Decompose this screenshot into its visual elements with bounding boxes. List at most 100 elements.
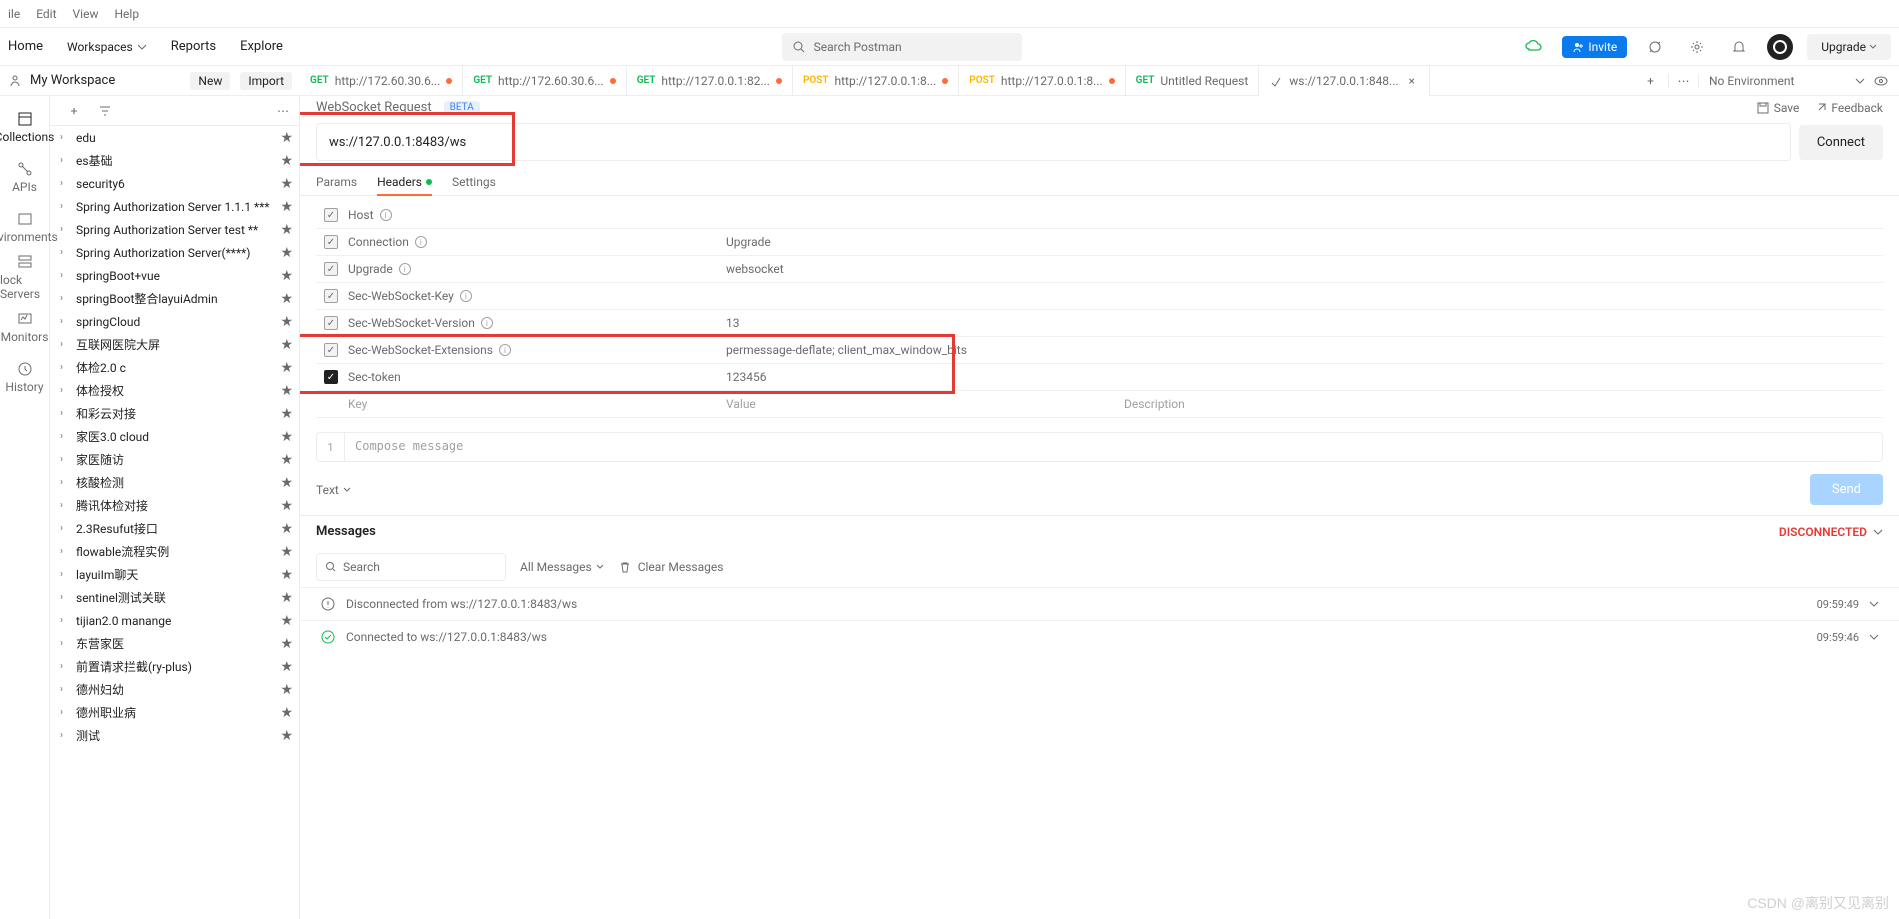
messages-search[interactable]: Search	[316, 553, 506, 581]
rail-apis[interactable]: APIs	[0, 152, 49, 202]
checkbox[interactable]	[324, 235, 338, 249]
menu-view[interactable]: View	[73, 7, 99, 21]
collection-item[interactable]: ›Spring Authorization Server 1.1.1 ***★	[50, 195, 299, 218]
chevron-down-icon[interactable]	[1869, 599, 1879, 609]
collection-item[interactable]: ›springBoot+vue★	[50, 264, 299, 287]
global-search[interactable]: Search Postman	[782, 33, 1022, 61]
menu-file[interactable]: ile	[8, 7, 20, 21]
tab-settings[interactable]: Settings	[452, 169, 496, 195]
star-icon[interactable]: ★	[280, 613, 293, 629]
star-icon[interactable]: ★	[280, 452, 293, 468]
rail-mock-servers[interactable]: lock Servers	[0, 252, 49, 302]
collection-item[interactable]: ›es基础★	[50, 149, 299, 172]
menu-help[interactable]: Help	[114, 7, 139, 21]
request-tab[interactable]: ws://127.0.0.1:848...×	[1259, 66, 1430, 96]
star-icon[interactable]: ★	[280, 636, 293, 652]
message-row[interactable]: Disconnected from ws://127.0.0.1:8483/ws…	[300, 587, 1899, 620]
collection-item[interactable]: ›家医3.0 cloud★	[50, 425, 299, 448]
upgrade-button[interactable]: Upgrade	[1807, 34, 1891, 60]
star-icon[interactable]: ★	[280, 222, 293, 238]
star-icon[interactable]: ★	[280, 682, 293, 698]
menu-edit[interactable]: Edit	[36, 7, 56, 21]
star-icon[interactable]: ★	[280, 314, 293, 330]
collection-item[interactable]: ›springCloud★	[50, 310, 299, 333]
add-icon[interactable]: +	[60, 97, 88, 125]
bell-icon[interactable]	[1725, 33, 1753, 61]
nav-reports[interactable]: Reports	[171, 39, 216, 54]
header-row-new[interactable]: KeyValueDescription	[316, 391, 1883, 418]
collection-item[interactable]: ›edu★	[50, 126, 299, 149]
settings-icon[interactable]	[1683, 33, 1711, 61]
messages-filter[interactable]: All Messages	[520, 560, 604, 574]
request-tab[interactable]: GEThttp://172.60.30.6...	[463, 66, 626, 96]
collection-item[interactable]: ›体检授权★	[50, 379, 299, 402]
collection-item[interactable]: ›Spring Authorization Server test **★	[50, 218, 299, 241]
tab-headers[interactable]: Headers	[377, 169, 432, 195]
tab-more[interactable]: ⋯	[1669, 74, 1699, 88]
collection-item[interactable]: ›layuiIm聊天★	[50, 563, 299, 586]
star-icon[interactable]: ★	[280, 245, 293, 261]
workspace-title[interactable]: My Workspace	[30, 73, 182, 88]
collection-item[interactable]: ›德州职业病★	[50, 701, 299, 724]
request-tab[interactable]: GEThttp://127.0.0.1:82...	[627, 66, 793, 96]
star-icon[interactable]: ★	[280, 130, 293, 146]
tab-new[interactable]: +	[1633, 74, 1669, 88]
star-icon[interactable]: ★	[280, 199, 293, 215]
checkbox[interactable]	[324, 370, 338, 384]
header-row[interactable]: Sec-WebSocket-Version i13	[316, 310, 1883, 337]
message-type-selector[interactable]: Text	[316, 483, 351, 497]
rail-history[interactable]: History	[0, 352, 49, 402]
checkbox[interactable]	[324, 343, 338, 357]
eye-icon[interactable]	[1873, 73, 1889, 89]
header-row[interactable]: Host i	[316, 202, 1883, 229]
tab-params[interactable]: Params	[316, 169, 357, 195]
collection-item[interactable]: ›互联网医院大屏★	[50, 333, 299, 356]
star-icon[interactable]: ★	[280, 291, 293, 307]
request-tab[interactable]: POSThttp://127.0.0.1:8...	[793, 66, 959, 96]
more-icon[interactable]: ⋯	[277, 104, 289, 118]
import-button[interactable]: Import	[240, 72, 292, 90]
star-icon[interactable]: ★	[280, 360, 293, 376]
message-compose-area[interactable]: 1 Compose message	[316, 432, 1883, 462]
rail-collections[interactable]: Collections	[0, 102, 49, 152]
rail-monitors[interactable]: Monitors	[0, 302, 49, 352]
collection-item[interactable]: ›flowable流程实例★	[50, 540, 299, 563]
connect-button[interactable]: Connect	[1799, 125, 1883, 160]
collection-item[interactable]: ›2.3Resufut接口★	[50, 517, 299, 540]
header-row[interactable]: Upgrade iwebsocket	[316, 256, 1883, 283]
collection-item[interactable]: ›Spring Authorization Server(****)★	[50, 241, 299, 264]
checkbox[interactable]	[324, 316, 338, 330]
request-tab[interactable]: GEThttp://172.60.30.6...	[300, 66, 463, 96]
star-icon[interactable]: ★	[280, 406, 293, 422]
header-row[interactable]: Sec-WebSocket-Key i	[316, 283, 1883, 310]
collection-item[interactable]: ›前置请求拦截(ry-plus)★	[50, 655, 299, 678]
rail-environments[interactable]: nvironments	[0, 202, 49, 252]
collection-item[interactable]: ›springBoot整合layuiAdmin★	[50, 287, 299, 310]
star-icon[interactable]: ★	[280, 567, 293, 583]
star-icon[interactable]: ★	[280, 337, 293, 353]
message-row[interactable]: Connected to ws://127.0.0.1:8483/ws09:59…	[300, 620, 1899, 653]
nav-home[interactable]: Home	[8, 39, 43, 54]
collection-item[interactable]: ›sentinel测试关联★	[50, 586, 299, 609]
collection-item[interactable]: ›体检2.0 c★	[50, 356, 299, 379]
star-icon[interactable]: ★	[280, 590, 293, 606]
request-tab[interactable]: POSThttp://127.0.0.1:8...	[959, 66, 1125, 96]
request-tab[interactable]: GETUntitled Request	[1126, 66, 1260, 96]
collection-item[interactable]: ›和彩云对接★	[50, 402, 299, 425]
collection-item[interactable]: ›security6★	[50, 172, 299, 195]
header-row[interactable]: Sec-token123456	[316, 364, 1883, 391]
chevron-down-icon[interactable]	[1869, 632, 1879, 642]
star-icon[interactable]: ★	[280, 659, 293, 675]
save-button[interactable]: Save	[1756, 101, 1800, 115]
collection-item[interactable]: ›核酸检测★	[50, 471, 299, 494]
nav-workspaces[interactable]: Workspaces	[67, 40, 147, 54]
star-icon[interactable]: ★	[280, 521, 293, 537]
collection-item[interactable]: ›腾讯体检对接★	[50, 494, 299, 517]
collection-item[interactable]: ›tijian2.0 manange★	[50, 609, 299, 632]
filter-icon[interactable]	[98, 104, 112, 118]
star-icon[interactable]: ★	[280, 268, 293, 284]
star-icon[interactable]: ★	[280, 383, 293, 399]
close-icon[interactable]: ×	[1405, 74, 1419, 88]
avatar[interactable]	[1767, 34, 1793, 60]
header-row[interactable]: Sec-WebSocket-Extensions ipermessage-def…	[316, 337, 1883, 364]
